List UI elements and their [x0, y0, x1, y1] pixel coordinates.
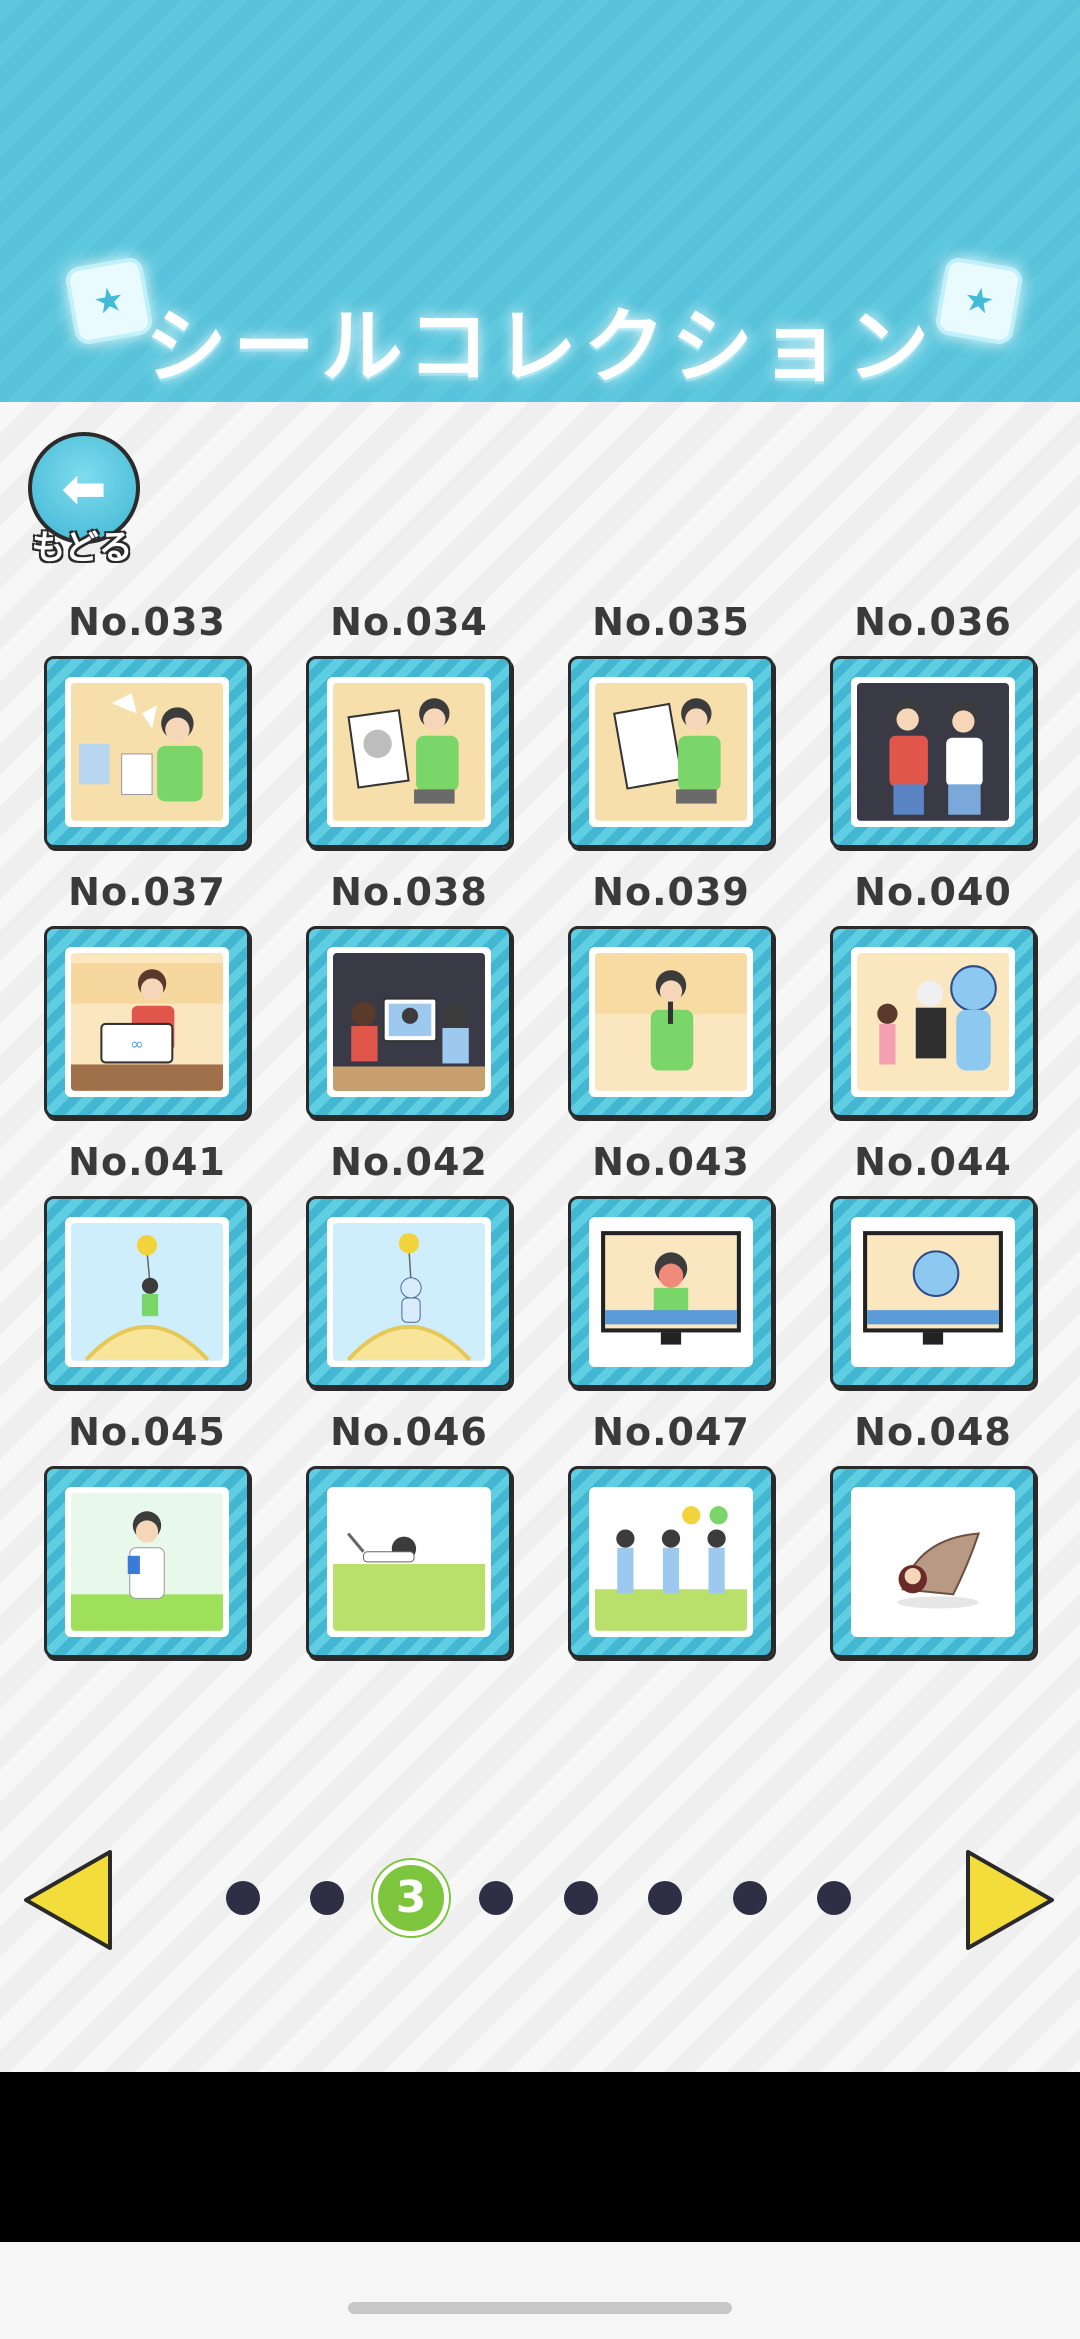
current-page-indicator: 3: [373, 1860, 449, 1936]
sticker-card[interactable]: [44, 1196, 250, 1388]
sticker-cell[interactable]: No.043: [568, 1140, 774, 1388]
page-dot[interactable]: [564, 1881, 598, 1915]
sticker-number: No.039: [592, 870, 750, 914]
sticker-image-infinity-sign: ∞: [71, 953, 223, 1091]
sticker-number: No.034: [330, 600, 488, 644]
sticker-card[interactable]: [306, 656, 512, 848]
sticker-number: No.040: [854, 870, 1012, 914]
sticker-number: No.048: [854, 1410, 1012, 1454]
sticker-cell[interactable]: No.035: [568, 600, 774, 848]
sticker-number: No.036: [854, 600, 1012, 644]
back-button-label[interactable]: もどる: [30, 520, 134, 569]
page-dot[interactable]: [310, 1881, 344, 1915]
sticker-number: No.046: [330, 1410, 488, 1454]
sticker-image-two-boys: [857, 683, 1009, 821]
sticker-cell[interactable]: No.039: [568, 870, 774, 1118]
sticker-number: No.035: [592, 600, 750, 644]
sticker-image-portrait-drawing: [333, 683, 485, 821]
sticker-card[interactable]: [568, 926, 774, 1118]
sticker-card[interactable]: [568, 1466, 774, 1658]
page-dot[interactable]: [226, 1881, 260, 1915]
star-sticker-icon-right: ★: [933, 255, 1025, 347]
svg-text:∞: ∞: [130, 1034, 144, 1053]
sticker-image-tv-mascot: [857, 1223, 1009, 1361]
back-arrow-icon: ⬅: [61, 456, 107, 520]
sticker-image-ripped-paper: [71, 683, 223, 821]
sticker-image-fallen-boy: [333, 1493, 485, 1631]
sticker-image-drawing-board: [595, 683, 747, 821]
next-page-arrow-icon[interactable]: [962, 1846, 1058, 1954]
sticker-image-hermit-shell: [857, 1493, 1009, 1631]
header-banner: ★ シールコレクション ★: [0, 0, 1080, 402]
sticker-image-crowd-tablet: [333, 953, 485, 1091]
sticker-card[interactable]: ∞: [44, 926, 250, 1118]
sticker-cell[interactable]: No.042: [306, 1140, 512, 1388]
page-title: シールコレクション: [144, 300, 936, 395]
sticker-image-balloon-rabbit: [333, 1223, 485, 1361]
sticker-number: No.044: [854, 1140, 1012, 1184]
sticker-cell[interactable]: No.037 ∞: [44, 870, 250, 1118]
sticker-number: No.033: [68, 600, 226, 644]
sticker-image-phone-field: [71, 1493, 223, 1631]
sticker-image-balloon-boy: [71, 1223, 223, 1361]
sticker-card[interactable]: [306, 926, 512, 1118]
sticker-number: No.043: [592, 1140, 750, 1184]
sticker-number: No.038: [330, 870, 488, 914]
sticker-number: No.037: [68, 870, 226, 914]
sticker-image-microphone: [595, 953, 747, 1091]
sticker-cell[interactable]: No.047: [568, 1410, 774, 1658]
page-dot[interactable]: [733, 1881, 767, 1915]
page-dot[interactable]: [479, 1881, 513, 1915]
sticker-cell[interactable]: No.033: [44, 600, 250, 848]
sticker-card[interactable]: [306, 1196, 512, 1388]
page-dot[interactable]: [648, 1881, 682, 1915]
sticker-card[interactable]: [568, 656, 774, 848]
page-dot[interactable]: [817, 1881, 851, 1915]
sticker-image-mascot-stage: [857, 953, 1009, 1091]
sticker-number: No.047: [592, 1410, 750, 1454]
sticker-cell[interactable]: No.038: [306, 870, 512, 1118]
sticker-cell[interactable]: No.046: [306, 1410, 512, 1658]
sticker-cell[interactable]: No.036: [830, 600, 1036, 848]
sticker-number: No.045: [68, 1410, 226, 1454]
sticker-cell[interactable]: No.048: [830, 1410, 1036, 1658]
sticker-card[interactable]: [830, 1196, 1036, 1388]
sticker-card[interactable]: [830, 926, 1036, 1118]
sticker-card[interactable]: [568, 1196, 774, 1388]
sticker-number: No.042: [330, 1140, 488, 1184]
sticker-number: No.041: [68, 1140, 226, 1184]
sticker-cell[interactable]: No.044: [830, 1140, 1036, 1388]
previous-page-arrow-icon[interactable]: [20, 1846, 116, 1954]
home-indicator[interactable]: [348, 2302, 732, 2314]
sticker-card[interactable]: [306, 1466, 512, 1658]
sticker-image-dancers: [595, 1493, 747, 1631]
sticker-cell[interactable]: No.041: [44, 1140, 250, 1388]
sticker-card[interactable]: [44, 656, 250, 848]
sticker-cell[interactable]: No.045: [44, 1410, 250, 1658]
sticker-card[interactable]: [830, 1466, 1036, 1658]
ad-banner-area: [0, 2072, 1080, 2242]
sticker-image-tv-boy: [595, 1223, 747, 1361]
sticker-cell[interactable]: No.040: [830, 870, 1036, 1118]
system-bottom-bar: [0, 2242, 1080, 2339]
sticker-cell[interactable]: No.034: [306, 600, 512, 848]
sticker-card[interactable]: [44, 1466, 250, 1658]
sticker-card[interactable]: [830, 656, 1036, 848]
